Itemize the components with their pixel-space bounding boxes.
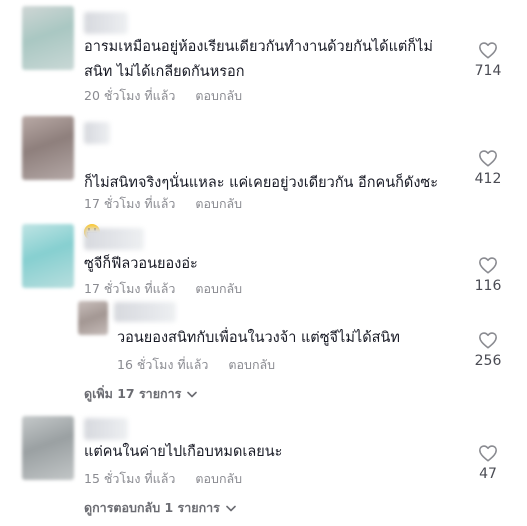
avatar[interactable]	[78, 301, 108, 335]
reply-button[interactable]: ตอบกลับ	[195, 471, 242, 486]
avatar[interactable]	[22, 224, 74, 288]
heart-outline-icon	[479, 332, 497, 349]
heart-outline-icon	[479, 150, 497, 167]
view-replies-label: ดูการตอบกลับ 1 รายการ	[84, 500, 220, 515]
chevron-down-icon	[187, 386, 198, 401]
comment-meta: 16 ชั่วโมง ที่แล้ว ตอบกลับ	[117, 355, 275, 375]
like-count: 714	[474, 63, 502, 79]
comment-time: 20 ชั่วโมง ที่แล้ว	[84, 88, 176, 103]
like-count: 412	[474, 171, 502, 187]
view-replies-button[interactable]: ดูการตอบกลับ 1 รายการ	[84, 498, 236, 518]
username[interactable]	[84, 12, 128, 34]
avatar[interactable]	[22, 416, 74, 480]
like-button[interactable]: 116	[466, 256, 510, 294]
like-count: 116	[474, 278, 502, 294]
username[interactable]	[84, 418, 128, 440]
like-button[interactable]: 47	[466, 444, 510, 482]
comment-time: 17 ชั่วโมง ที่แล้ว	[84, 281, 176, 296]
username[interactable]	[84, 122, 110, 144]
heart-outline-icon	[479, 257, 497, 274]
like-count: 256	[474, 353, 502, 369]
like-count: 47	[479, 466, 497, 482]
like-button[interactable]: 714	[466, 41, 510, 79]
view-more-label: ดูเพิ่ม 17 รายการ	[84, 386, 182, 401]
comment-text: แต่คนในค่ายไปเกือบหมดเลยนะ	[84, 444, 283, 460]
reply-button[interactable]: ตอบกลับ	[195, 281, 242, 296]
comment-meta: 15 ชั่วโมง ที่แล้ว ตอบกลับ	[84, 469, 242, 489]
comment-text-content: ก็ไม่สนิทจริงๆนั่นแหละ แค่เคยอยู่วงเดียว…	[84, 175, 439, 191]
username[interactable]	[84, 228, 144, 250]
heart-outline-icon	[479, 445, 497, 462]
comment-meta: 20 ชั่วโมง ที่แล้ว ตอบกลับ	[84, 86, 242, 106]
comment-time: 17 ชั่วโมง ที่แล้ว	[84, 196, 176, 211]
comment-time: 15 ชั่วโมง ที่แล้ว	[84, 471, 176, 486]
comment-meta: 17 ชั่วโมง ที่แล้ว ตอบกลับ	[84, 279, 242, 299]
like-button[interactable]: 412	[466, 149, 510, 187]
comment-text: อารมเหมือนอยู่ห้องเรียนเดียวกันทำงานด้วย…	[84, 39, 433, 80]
like-button[interactable]: 256	[466, 331, 510, 369]
reply-button[interactable]: ตอบกลับ	[195, 196, 242, 211]
view-more-replies-button[interactable]: ดูเพิ่ม 17 รายการ	[84, 384, 198, 404]
heart-outline-icon	[479, 42, 497, 59]
username[interactable]	[114, 302, 176, 322]
avatar[interactable]	[22, 116, 74, 180]
comment-text: ซูจีก็ฟีลวอนยองอ่ะ	[84, 256, 198, 272]
avatar[interactable]	[22, 6, 74, 70]
reply-button[interactable]: ตอบกลับ	[195, 88, 242, 103]
comment-time: 16 ชั่วโมง ที่แล้ว	[117, 357, 209, 372]
reply-button[interactable]: ตอบกลับ	[228, 357, 275, 372]
chevron-down-icon	[226, 500, 236, 515]
comment-text: วอนยองสนิทกับเพื่อนในวงจ้า แต่ซูจีไม่ได้…	[117, 330, 400, 346]
comment-meta: 17 ชั่วโมง ที่แล้ว ตอบกลับ	[84, 194, 242, 214]
